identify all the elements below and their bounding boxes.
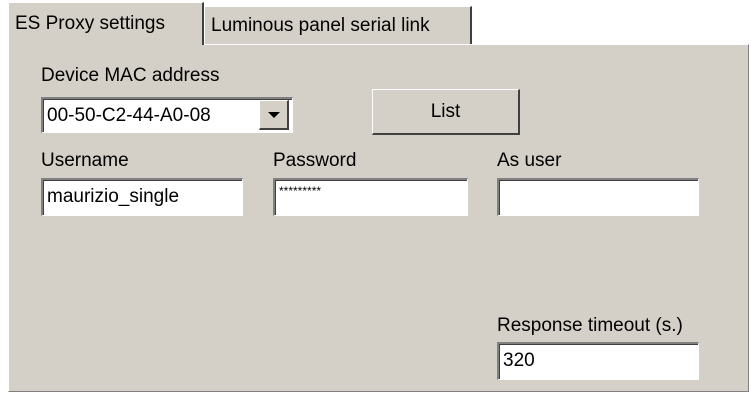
device-mac-value: 00-50-C2-44-A0-08 <box>47 105 211 126</box>
password-input[interactable]: ********* <box>273 178 468 216</box>
tab-luminous-panel-serial-link[interactable]: Luminous panel serial link <box>204 6 472 44</box>
username-label: Username <box>41 150 129 171</box>
settings-window: Device MAC address 00-50-C2-44-A0-08 Lis… <box>0 0 751 396</box>
as-user-label: As user <box>497 150 562 171</box>
device-mac-label: Device MAC address <box>41 65 220 86</box>
response-timeout-input[interactable]: 320 <box>497 342 699 380</box>
tab-panel-es-proxy: Device MAC address 00-50-C2-44-A0-08 Lis… <box>8 44 749 392</box>
chevron-down-icon <box>267 111 280 118</box>
tab-es-proxy-settings[interactable]: ES Proxy settings <box>8 2 204 45</box>
password-label: Password <box>273 150 357 171</box>
response-timeout-label: Response timeout (s.) <box>497 315 683 336</box>
device-mac-select[interactable]: 00-50-C2-44-A0-08 <box>41 97 293 133</box>
as-user-input[interactable] <box>497 178 699 216</box>
username-input[interactable]: maurizio_single <box>41 178 243 216</box>
device-mac-dropdown-button[interactable] <box>259 100 289 130</box>
list-button[interactable]: List <box>372 89 520 135</box>
